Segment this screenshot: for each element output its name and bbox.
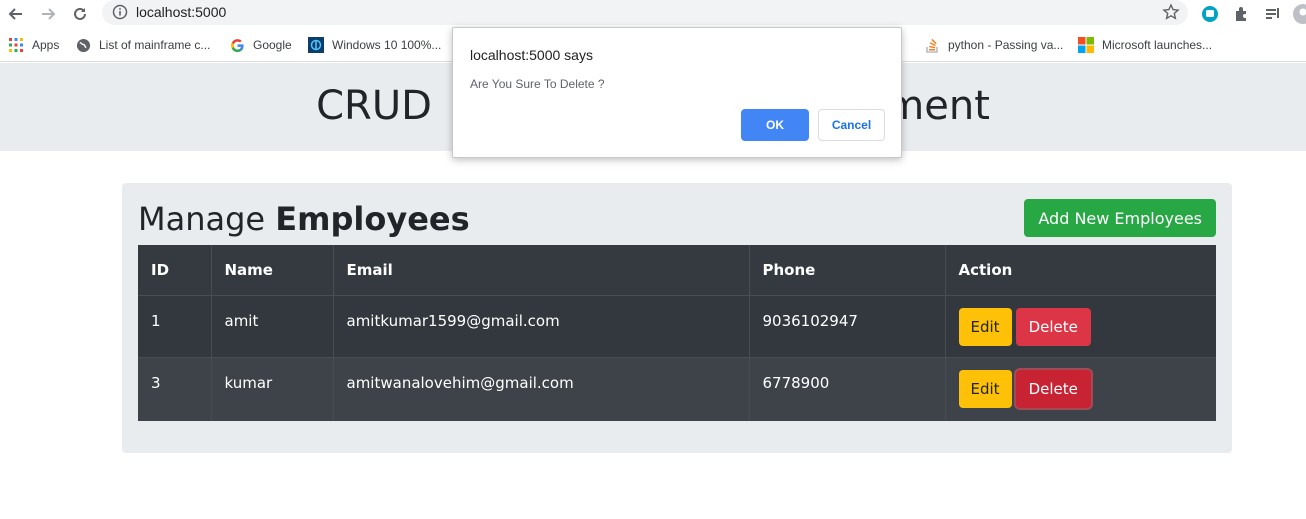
google-icon bbox=[229, 37, 245, 53]
bookmark-label: Google bbox=[253, 38, 292, 52]
bookmark-star-icon[interactable] bbox=[1162, 3, 1180, 26]
manage-prefix: Manage bbox=[138, 200, 266, 238]
add-new-employees-button[interactable]: Add New Employees bbox=[1024, 199, 1216, 237]
back-button[interactable] bbox=[4, 2, 28, 26]
bookmark-windows10[interactable]: Windows 10 100%... bbox=[308, 35, 441, 55]
bookmark-label: List of mainframe c... bbox=[99, 38, 211, 52]
bookmark-google[interactable]: Google bbox=[229, 35, 292, 55]
cell-action: Edit Delete bbox=[945, 357, 1216, 421]
info-icon[interactable] bbox=[112, 4, 128, 25]
manage-employees-heading: Manage Employees bbox=[138, 200, 470, 238]
bookmark-python-passing[interactable]: python - Passing va... bbox=[924, 35, 1063, 55]
reload-icon bbox=[74, 7, 86, 20]
column-header-phone: Phone bbox=[749, 245, 946, 296]
confirm-dialog: localhost:5000 says Are You Sure To Dele… bbox=[452, 27, 902, 158]
employees-card: Manage Employees Add New Employees ID Na… bbox=[122, 183, 1232, 453]
bookmark-label: python - Passing va... bbox=[948, 38, 1064, 52]
column-header-action: Action bbox=[945, 245, 1216, 296]
bookmark-label: Microsoft launches... bbox=[1102, 38, 1213, 52]
extension-teal-icon[interactable] bbox=[1199, 3, 1221, 25]
cell-id: 3 bbox=[138, 357, 212, 421]
microsoft-icon bbox=[1078, 37, 1094, 53]
cell-email: amitkumar1599@gmail.com bbox=[333, 295, 750, 358]
column-header-name: Name bbox=[211, 245, 334, 296]
address-bar[interactable]: localhost:5000 bbox=[102, 0, 1188, 25]
column-header-id: ID bbox=[138, 245, 212, 296]
stackoverflow-icon bbox=[924, 37, 940, 53]
cell-phone: 9036102947 bbox=[749, 295, 946, 358]
bookmark-label: Windows 10 100%... bbox=[332, 38, 442, 52]
delete-button[interactable]: Delete bbox=[1015, 369, 1091, 408]
cell-name: amit bbox=[211, 295, 334, 358]
bookmark-apps[interactable]: Apps bbox=[8, 35, 59, 55]
cell-action: Edit Delete bbox=[945, 295, 1216, 358]
edit-button[interactable]: Edit bbox=[958, 369, 1012, 408]
forward-button[interactable] bbox=[36, 2, 60, 26]
bookmark-mainframe[interactable]: List of mainframe c... bbox=[75, 35, 210, 55]
cell-phone: 6778900 bbox=[749, 357, 946, 421]
table-header-row: ID Name Email Phone Action bbox=[138, 245, 1216, 296]
ok-button[interactable]: OK bbox=[741, 109, 809, 141]
apps-grid-icon bbox=[8, 37, 24, 53]
cell-id: 1 bbox=[138, 295, 212, 358]
url-text: localhost:5000 bbox=[136, 4, 227, 20]
media-queue-icon[interactable] bbox=[1262, 3, 1284, 25]
reload-button[interactable] bbox=[68, 2, 92, 26]
extensions-puzzle-icon[interactable] bbox=[1231, 3, 1253, 25]
cancel-button[interactable]: Cancel bbox=[818, 109, 885, 141]
dialog-message: Are You Sure To Delete ? bbox=[470, 77, 605, 91]
manage-strong: Employees bbox=[275, 200, 470, 238]
cell-email: amitwanalovehim@gmail.com bbox=[333, 357, 750, 421]
edit-button[interactable]: Edit bbox=[958, 307, 1012, 346]
delete-button[interactable]: Delete bbox=[1015, 307, 1091, 346]
table-row: 3 kumar amitwanalovehim@gmail.com 677890… bbox=[138, 357, 1216, 421]
profile-avatar-icon[interactable] bbox=[1292, 3, 1306, 25]
cell-name: kumar bbox=[211, 357, 334, 421]
globe-icon bbox=[75, 37, 91, 53]
page-title-left: CRUD bbox=[316, 83, 432, 129]
forward-arrow-icon bbox=[42, 8, 56, 20]
column-header-email: Email bbox=[333, 245, 750, 296]
table-row: 1 amit amitkumar1599@gmail.com 903610294… bbox=[138, 295, 1216, 358]
bookmark-label: Apps bbox=[32, 38, 60, 52]
bookmark-microsoft[interactable]: Microsoft launches... bbox=[1078, 35, 1212, 55]
back-arrow-icon bbox=[8, 8, 22, 20]
browser-toolbar: localhost:5000 bbox=[0, 0, 1306, 28]
dialog-title: localhost:5000 says bbox=[470, 47, 593, 63]
employees-table: ID Name Email Phone Action 1 amit amitku… bbox=[138, 245, 1216, 421]
windows-site-icon bbox=[308, 37, 324, 53]
